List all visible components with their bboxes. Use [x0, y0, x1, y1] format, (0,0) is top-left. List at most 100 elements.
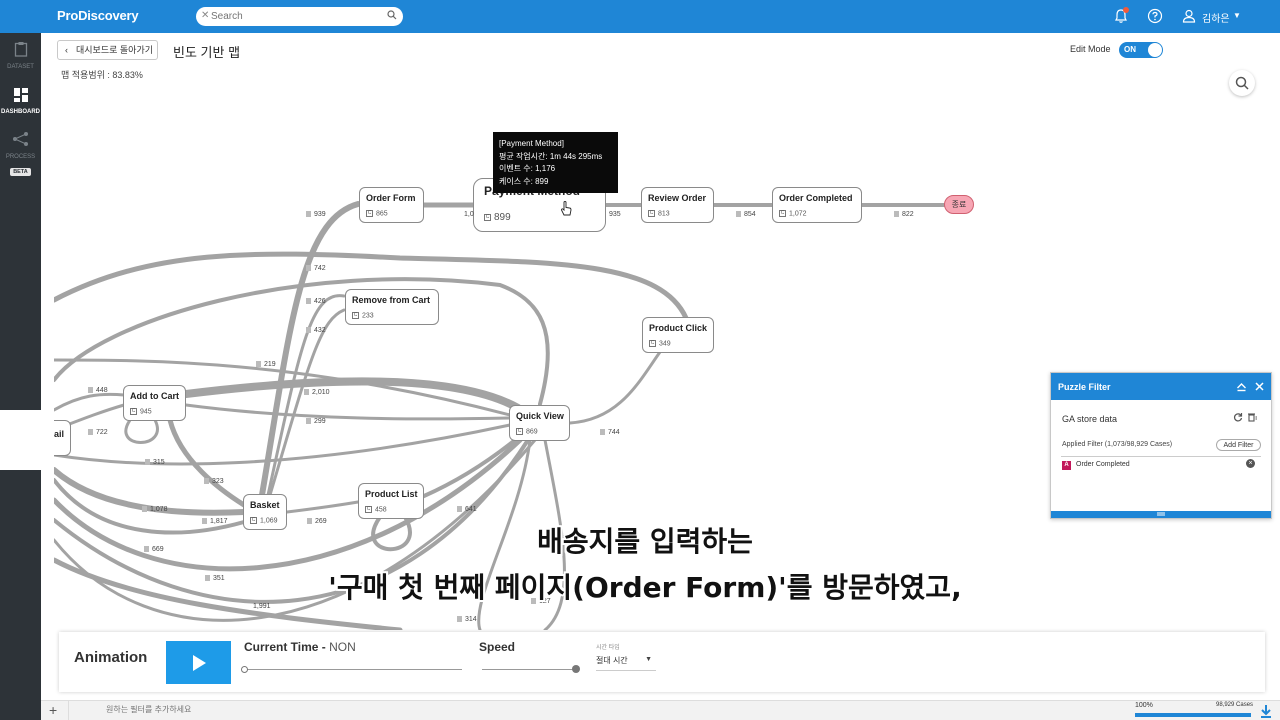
download-icon[interactable]: [1259, 704, 1273, 718]
case-icon: C: [352, 312, 359, 319]
drag-handle-icon: [1157, 512, 1165, 516]
node-name: Add to Cart: [130, 391, 179, 401]
close-icon[interactable]: [1254, 381, 1265, 392]
node-tooltip: [Payment Method] 평균 작업시간: 1m 44s 295ms 이…: [493, 132, 618, 193]
tooltip-title: [Payment Method]: [499, 139, 564, 148]
time-type-value: 절대 시간: [596, 656, 628, 665]
edge-label[interactable]: 2,010: [304, 389, 330, 396]
case-icon: C: [484, 213, 491, 221]
refresh-icon[interactable]: [1233, 412, 1243, 422]
edge-label[interactable]: 744: [600, 429, 620, 436]
edge-label[interactable]: 822: [894, 211, 914, 218]
puzzle-filter-title: Puzzle Filter: [1058, 382, 1111, 392]
time-slider-handle[interactable]: [241, 666, 248, 673]
edge-label[interactable]: 219: [256, 361, 276, 368]
map-left-mask: [0, 410, 54, 470]
edge-label[interactable]: 939: [306, 211, 326, 218]
play-icon: [193, 655, 206, 671]
node-review-order[interactable]: Review Order C 813: [641, 187, 714, 223]
node-add-to-cart[interactable]: Add to Cart C 945: [123, 385, 186, 421]
current-time-label: Current Time - NON: [244, 640, 356, 654]
chevron-down-icon: ▼: [645, 656, 652, 663]
node-name: Product Click: [649, 323, 708, 333]
current-time-value: NON: [329, 640, 356, 654]
time-type-label: 시간 타입: [596, 645, 620, 651]
divider: [1061, 456, 1261, 457]
edge-label[interactable]: 448: [88, 387, 108, 394]
node-count: C 869: [516, 428, 538, 436]
node-quick-view[interactable]: Quick View C 869: [509, 405, 570, 441]
puzzle-filter-panel: Puzzle Filter GA store data Applied Filt…: [1050, 372, 1272, 519]
subtitle-line-1: 배송지를 입력하는: [537, 525, 753, 558]
time-type-select[interactable]: 절대 시간 ▼: [596, 655, 656, 671]
node-name: Order Form: [366, 193, 416, 203]
node-count: C 349: [649, 340, 671, 348]
remove-filter-icon[interactable]: ×: [1246, 459, 1255, 468]
node-count: C 945: [130, 408, 152, 416]
edge-label[interactable]: 641: [457, 506, 477, 513]
edge-label[interactable]: 742: [306, 265, 326, 272]
node-name: Basket: [250, 500, 280, 510]
animation-panel: Animation Current Time - NON Speed 시간 타입…: [59, 632, 1265, 692]
case-icon: C: [649, 340, 656, 347]
node-name: Quick View: [516, 411, 564, 421]
node-count: C 865: [366, 210, 388, 218]
node-remove-from-cart[interactable]: Remove from Cart C 233: [345, 289, 439, 325]
edge-label[interactable]: 1,078: [142, 506, 168, 513]
node-name: ail: [54, 429, 65, 439]
case-percent: 100%: [1135, 702, 1153, 709]
node-order-form[interactable]: Order Form C 865: [359, 187, 424, 223]
collapse-icon[interactable]: [1236, 381, 1247, 392]
node-count: C 899: [484, 212, 511, 223]
dataset-name: GA store data: [1062, 414, 1118, 424]
edge-label[interactable]: 722: [88, 429, 108, 436]
edge-label[interactable]: 299: [306, 418, 326, 425]
filter-item-label[interactable]: Order Completed: [1076, 461, 1130, 468]
edge-label[interactable]: 315: [145, 459, 165, 466]
node-count: C 233: [352, 312, 374, 320]
node-count: C 1,072: [779, 210, 807, 218]
edge-label[interactable]: 1,0: [464, 211, 474, 218]
edge-label[interactable]: 426: [306, 298, 326, 305]
node-name: Review Order: [648, 193, 707, 203]
applied-filter-summary: Applied Filter (1,073/98,929 Cases): [1062, 441, 1173, 448]
case-icon: C: [366, 210, 373, 217]
case-progress-bar: [1135, 713, 1251, 717]
time-slider[interactable]: [241, 666, 462, 673]
edge-label[interactable]: 314: [457, 616, 477, 623]
case-icon: C: [365, 506, 372, 513]
animation-title: Animation: [74, 649, 148, 666]
filter-input[interactable]: [106, 705, 606, 714]
tooltip-avg-time: 평균 작업시간: 1m 44s 295ms: [499, 151, 603, 161]
add-filter-button[interactable]: Add Filter: [1216, 439, 1261, 451]
node-name: Product List: [365, 489, 418, 499]
play-button[interactable]: [166, 641, 231, 684]
tooltip-cases: 케이스 수: 899: [499, 176, 549, 186]
node-product-list[interactable]: Product List C 458: [358, 483, 424, 519]
case-icon: C: [130, 408, 137, 415]
edge-label[interactable]: 854: [736, 211, 756, 218]
speed-label: Speed: [479, 640, 516, 654]
case-icon: C: [779, 210, 786, 217]
edge-label[interactable]: 935: [609, 211, 621, 218]
case-count: 98,929 Cases: [1216, 702, 1254, 708]
puzzle-filter-header[interactable]: Puzzle Filter: [1051, 373, 1271, 400]
divider: [68, 701, 69, 720]
add-icon[interactable]: +: [49, 702, 57, 718]
speed-slider-handle[interactable]: [572, 665, 580, 673]
end-node[interactable]: 종료: [944, 195, 974, 214]
node-count: C 813: [648, 210, 670, 218]
edge-label[interactable]: 323: [204, 478, 224, 485]
tooltip-events: 이벤트 수: 1,176: [499, 164, 556, 173]
trash-icon[interactable]: [1247, 412, 1257, 422]
node-name: Remove from Cart: [352, 295, 431, 305]
subtitle-line-2: '구매 첫 번째 페이지(Order Form)'를 방문하였고,: [328, 571, 962, 604]
speed-slider[interactable]: [482, 665, 580, 673]
case-icon: C: [516, 428, 523, 435]
edge-label[interactable]: 432: [306, 327, 326, 334]
node-order-completed[interactable]: Order Completed C 1,072: [772, 187, 862, 223]
node-product-click[interactable]: Product Click C 349: [642, 317, 714, 353]
node-name: Order Completed: [779, 193, 853, 203]
puzzle-filter-resize-handle[interactable]: [1051, 511, 1271, 518]
hand-cursor-icon: [561, 201, 572, 216]
